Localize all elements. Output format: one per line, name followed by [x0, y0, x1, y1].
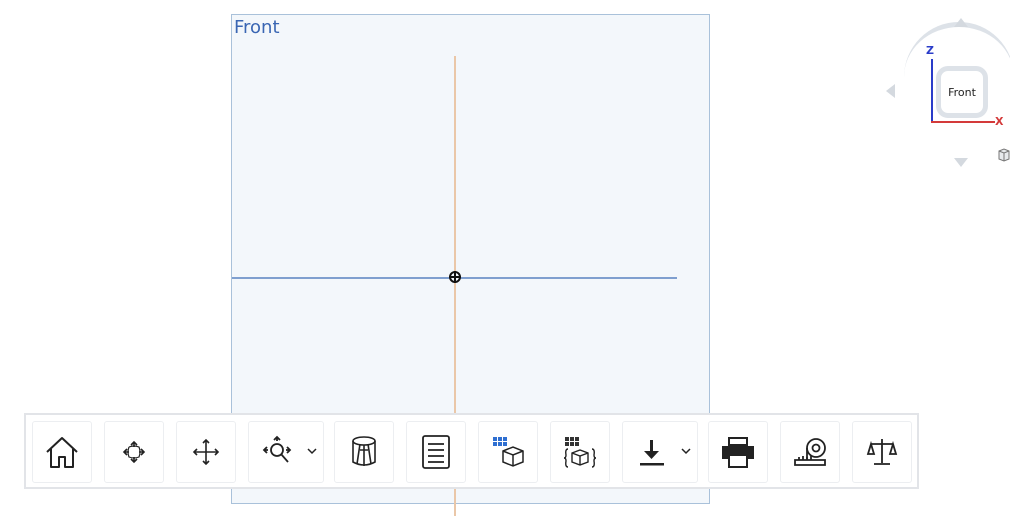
pan-button[interactable] — [176, 421, 236, 483]
rotate-down-arrow-icon[interactable] — [954, 158, 968, 167]
z-axis-line — [931, 59, 933, 121]
home-view-button[interactable] — [32, 421, 92, 483]
view-cube-face-label: Front — [948, 85, 976, 99]
zoom-button[interactable] — [248, 421, 324, 483]
fit-arrows-icon — [122, 440, 146, 464]
plane-label: Front — [234, 17, 280, 38]
view-cube[interactable]: Z X Front — [880, 14, 1010, 174]
rotate-up-arrow-icon[interactable] — [954, 18, 968, 27]
measure-button[interactable] — [780, 421, 840, 483]
mass-properties-button[interactable] — [852, 421, 912, 483]
section-view-button[interactable] — [334, 421, 394, 483]
chevron-down-icon[interactable] — [307, 446, 317, 456]
configurations-button[interactable] — [478, 421, 538, 483]
properties-button[interactable] — [406, 421, 466, 483]
printer-icon — [722, 437, 754, 468]
tape-measure-icon — [794, 438, 826, 466]
balance-scale-icon — [866, 439, 898, 465]
variable-box-icon — [563, 437, 597, 468]
document-lines-icon — [422, 435, 450, 469]
z-axis-label: Z — [926, 44, 934, 57]
print-button[interactable] — [708, 421, 768, 483]
x-axis-label: X — [995, 115, 1004, 128]
chevron-down-icon[interactable] — [681, 446, 691, 456]
download-icon — [640, 440, 664, 466]
section-cut-icon — [352, 436, 376, 466]
variables-button[interactable] — [550, 421, 610, 483]
view-cube-face-front[interactable]: Front — [936, 66, 988, 118]
zoom-magnifier-icon — [262, 435, 292, 463]
rotate-left-arrow-icon[interactable] — [886, 84, 895, 98]
export-button[interactable] — [622, 421, 698, 483]
home-icon — [46, 437, 78, 468]
view-toolbar — [24, 413, 919, 489]
cube-menu-icon[interactable] — [998, 148, 1010, 162]
x-axis-line — [931, 121, 995, 123]
move-arrows-icon — [192, 438, 220, 466]
table-box-icon — [493, 437, 524, 467]
zoom-to-fit-button[interactable] — [104, 421, 164, 483]
origin-point[interactable] — [449, 271, 461, 283]
